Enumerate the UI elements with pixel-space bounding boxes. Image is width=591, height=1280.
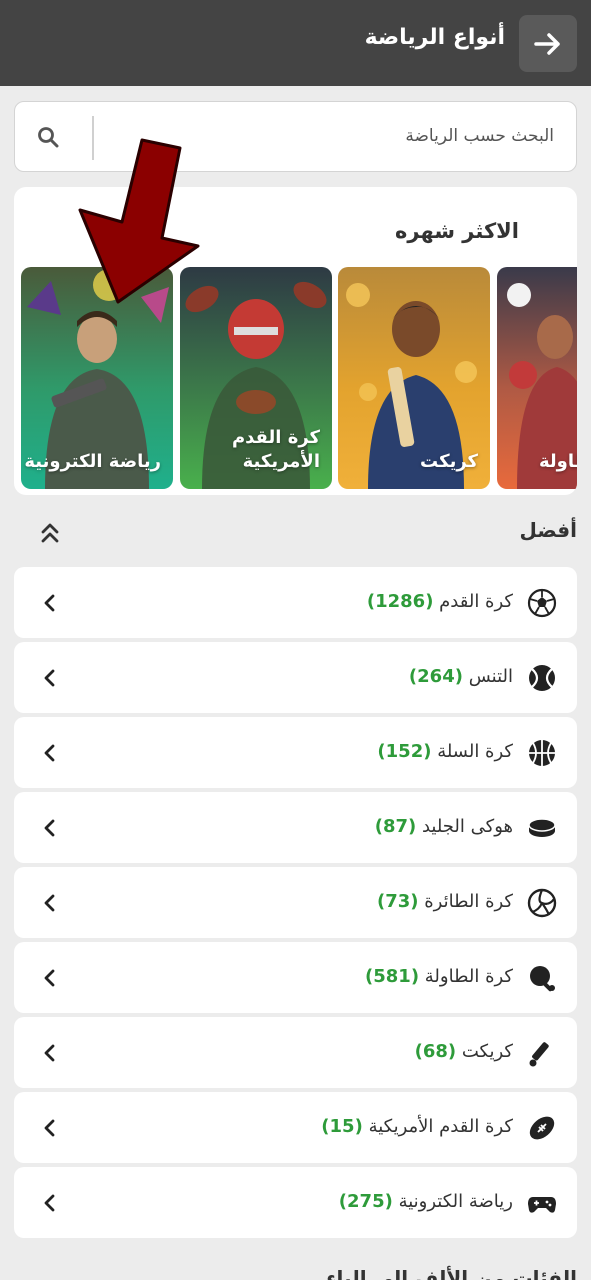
sport-count: (581)	[365, 966, 420, 987]
sport-count: (264)	[408, 666, 463, 687]
sport-name: كرة القدم (1286)	[366, 591, 513, 612]
popular-title: الاكثر شهره	[395, 219, 519, 243]
back-button[interactable]	[519, 15, 577, 72]
sport-count: (1286)	[366, 591, 434, 612]
sport-row-volleyball[interactable]: كرة الطائرة (73)	[14, 867, 577, 938]
sport-count: (73)	[376, 891, 419, 912]
sport-row-tennis[interactable]: التنس (264)	[14, 642, 577, 713]
popular-card-cricket[interactable]: كريكت	[338, 267, 490, 489]
chevron-left-icon	[44, 669, 55, 687]
chevron-left-icon	[44, 969, 55, 987]
sport-name: كرة السلة (152)	[377, 741, 513, 762]
sport-name: كرة القدم الأمريكية (15)	[321, 1116, 513, 1137]
search-icon[interactable]	[37, 126, 59, 148]
sport-row-basketball[interactable]: كرة السلة (152)	[14, 717, 577, 788]
top-bar: أنواع الرياضة	[0, 0, 591, 86]
search-placeholder: البحث حسب الرياضة	[405, 126, 554, 146]
table-tennis-icon	[530, 966, 555, 992]
highlight-arrow-icon	[78, 138, 200, 304]
sport-count: (87)	[374, 816, 417, 837]
arrow-right-icon	[534, 32, 560, 55]
chevron-left-icon	[44, 1119, 55, 1137]
chevron-left-icon	[44, 744, 55, 762]
popular-card-label: كريكت	[420, 450, 478, 472]
sport-name: هوكى الجليد (87)	[374, 816, 513, 837]
chevron-left-icon	[44, 594, 55, 612]
sport-row-american-football[interactable]: كرة القدم الأمريكية (15)	[14, 1092, 577, 1163]
hockey-puck-icon	[528, 818, 556, 837]
chevrons-up-icon[interactable]	[40, 522, 60, 544]
chevron-left-icon	[44, 894, 55, 912]
american-football-icon	[529, 1116, 555, 1140]
sport-name: التنس (264)	[408, 666, 513, 687]
cricket-icon	[529, 1042, 549, 1067]
best-section-title: أفضل	[519, 518, 577, 542]
popular-card-label: رياضة الكترونية	[24, 450, 161, 472]
sport-name: كرة الطائرة (73)	[376, 891, 513, 912]
sport-name: كرة الطاولة (581)	[365, 966, 513, 987]
sport-row-soccer[interactable]: كرة القدم (1286)	[14, 567, 577, 638]
page-title: أنواع الرياضة	[364, 25, 505, 50]
sport-count: (15)	[321, 1116, 363, 1137]
next-section-title: الفئات من الألف إلى الياء	[326, 1266, 577, 1280]
sport-row-cricket[interactable]: كريكت (68)	[14, 1017, 577, 1088]
tennis-ball-icon	[529, 665, 555, 691]
popular-card-table-tennis[interactable]: كرة الطاولة	[497, 267, 577, 489]
chevron-left-icon	[44, 1194, 55, 1212]
soccer-ball-icon	[527, 588, 557, 618]
sport-count: (275)	[338, 1191, 393, 1212]
sport-row-table-tennis[interactable]: كرة الطاولة (581)	[14, 942, 577, 1013]
volleyball-icon	[527, 888, 557, 918]
sport-name: كريكت (68)	[414, 1041, 513, 1062]
sport-count: (68)	[414, 1041, 457, 1062]
gamepad-icon	[528, 1197, 556, 1213]
sport-name: رياضة الكترونية (275)	[338, 1191, 513, 1212]
sport-row-ice-hockey[interactable]: هوكى الجليد (87)	[14, 792, 577, 863]
basketball-icon	[529, 740, 555, 766]
sport-count: (152)	[377, 741, 432, 762]
popular-card-label: كرة القدم الأمريكية	[231, 427, 320, 472]
popular-card-label: كرة الطاولة	[539, 450, 577, 472]
chevron-left-icon	[44, 1044, 55, 1062]
sport-row-esports[interactable]: رياضة الكترونية (275)	[14, 1167, 577, 1238]
chevron-left-icon	[44, 819, 55, 837]
